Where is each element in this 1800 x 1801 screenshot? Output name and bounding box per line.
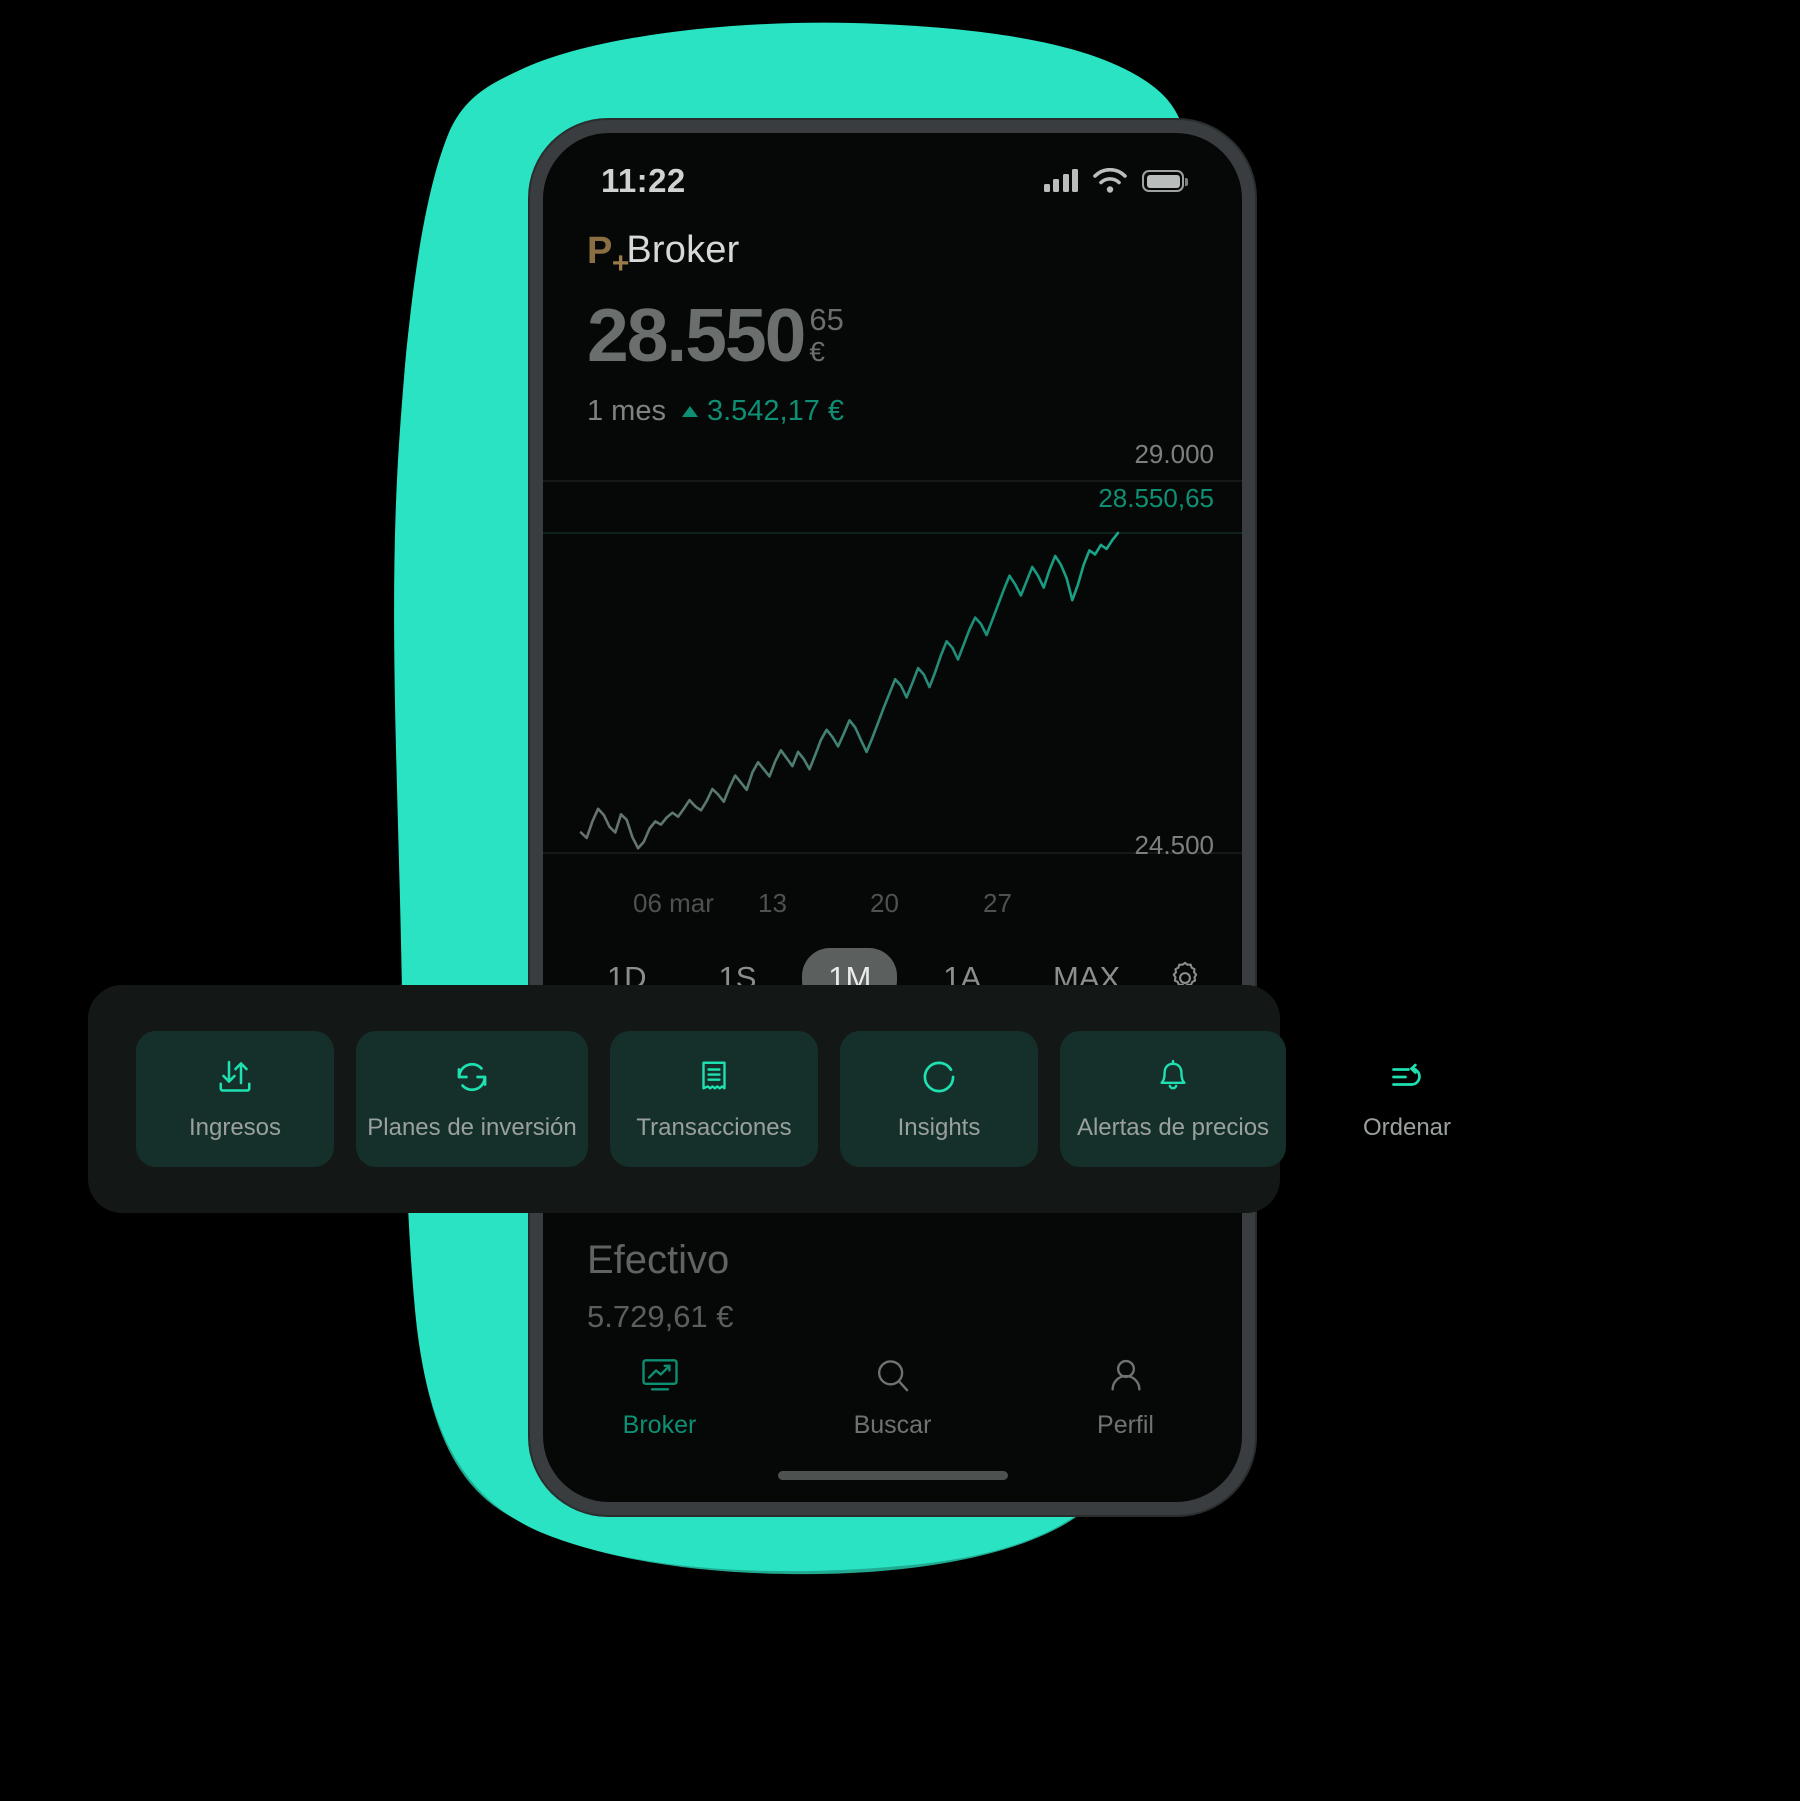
y-axis-label-max: 29.000 bbox=[1134, 439, 1214, 469]
action-label-insights: Insights bbox=[897, 1114, 981, 1141]
battery-icon bbox=[1142, 170, 1188, 192]
search-icon bbox=[877, 1360, 908, 1392]
donut-chart-icon bbox=[923, 1061, 955, 1093]
action-label-alertas: Alertas de precios bbox=[1076, 1114, 1270, 1141]
pplus-logo-icon: P + bbox=[587, 229, 629, 279]
balance-amount: 28.550 bbox=[587, 293, 806, 377]
chart-monitor-icon bbox=[641, 1359, 678, 1391]
tab-broker[interactable]: Broker bbox=[543, 1354, 776, 1440]
screenshot-root: 11:22 P + Broker 28.550 65 € 1 mes 3.542… bbox=[0, 0, 1800, 1801]
tab-label-broker: Broker bbox=[622, 1411, 697, 1439]
refresh-cycle-icon bbox=[457, 1062, 487, 1092]
action-alertas-de-precios[interactable]: Alertas de precios bbox=[1060, 1031, 1286, 1167]
action-planes-de-inversion[interactable]: Planes de inversión bbox=[356, 1031, 588, 1167]
tab-label-perfil: Perfil bbox=[1097, 1411, 1154, 1439]
phone-device: 11:22 P + Broker 28.550 65 € 1 mes 3.542… bbox=[530, 120, 1255, 1515]
action-label-planes: Planes de inversión bbox=[367, 1114, 577, 1141]
portfolio-balance: 28.550 65 € bbox=[587, 298, 844, 373]
sort-icon bbox=[1392, 1063, 1421, 1086]
tab-label-buscar: Buscar bbox=[853, 1411, 932, 1439]
action-label-ingresos: Ingresos bbox=[188, 1114, 282, 1141]
action-label-transacciones: Transacciones bbox=[636, 1114, 792, 1141]
cash-section[interactable]: Efectivo 5.729,61 € bbox=[587, 1238, 734, 1335]
x-tick-3: 27 bbox=[983, 888, 1012, 918]
portfolio-chart[interactable]: 29.000 28.550,65 24.500 bbox=[543, 433, 1242, 893]
action-ordenar[interactable]: Ordenar bbox=[1308, 1031, 1506, 1167]
tab-buscar[interactable]: Buscar bbox=[776, 1354, 1009, 1440]
wifi-icon bbox=[1093, 168, 1127, 193]
y-axis-label-current: 28.550,65 bbox=[1098, 483, 1214, 513]
change-value: 3.542,17 € bbox=[681, 395, 845, 428]
deposit-arrows-icon bbox=[219, 1060, 251, 1092]
quick-actions-bar: Ingresos Planes de inversión Transaccion… bbox=[88, 985, 1451, 1213]
status-bar-time: 11:22 bbox=[601, 162, 686, 199]
person-icon bbox=[1110, 1359, 1141, 1391]
home-indicator bbox=[777, 1471, 1008, 1480]
balance-currency: € bbox=[809, 336, 825, 367]
cash-title: Efectivo bbox=[587, 1238, 730, 1282]
x-tick-2: 20 bbox=[870, 888, 899, 918]
portfolio-change-row: 1 mes 3.542,17 € bbox=[587, 395, 844, 428]
action-ingresos[interactable]: Ingresos bbox=[136, 1031, 334, 1167]
cellular-signal-icon bbox=[1043, 169, 1078, 192]
change-value-label: 3.542,17 € bbox=[706, 395, 845, 427]
page-title: Broker bbox=[626, 229, 740, 271]
status-bar-icons bbox=[1043, 168, 1188, 194]
bell-icon bbox=[1160, 1059, 1186, 1090]
action-label-ordenar: Ordenar bbox=[1362, 1114, 1452, 1141]
phone-screen: 11:22 P + Broker 28.550 65 € 1 mes 3.542… bbox=[543, 133, 1242, 1502]
action-transacciones[interactable]: Transacciones bbox=[610, 1031, 818, 1167]
balance-suffix: 65 € bbox=[809, 298, 843, 366]
logo-letter: P bbox=[587, 229, 612, 272]
logo-plus: + bbox=[611, 246, 630, 280]
status-bar: 11:22 bbox=[543, 153, 1242, 209]
cash-value: 5.729,61 € bbox=[587, 1299, 734, 1334]
x-tick-1: 13 bbox=[758, 888, 787, 918]
x-tick-0: 06 mar bbox=[633, 888, 714, 918]
balance-cents: 65 bbox=[809, 302, 844, 337]
action-insights[interactable]: Insights bbox=[840, 1031, 1038, 1167]
y-axis-label-min: 24.500 bbox=[1134, 830, 1214, 860]
tab-perfil[interactable]: Perfil bbox=[1009, 1354, 1242, 1440]
app-header: P + Broker bbox=[587, 229, 740, 279]
triangle-up-icon bbox=[681, 406, 698, 417]
receipt-icon bbox=[702, 1061, 726, 1090]
change-period-label: 1 mes bbox=[587, 395, 666, 427]
